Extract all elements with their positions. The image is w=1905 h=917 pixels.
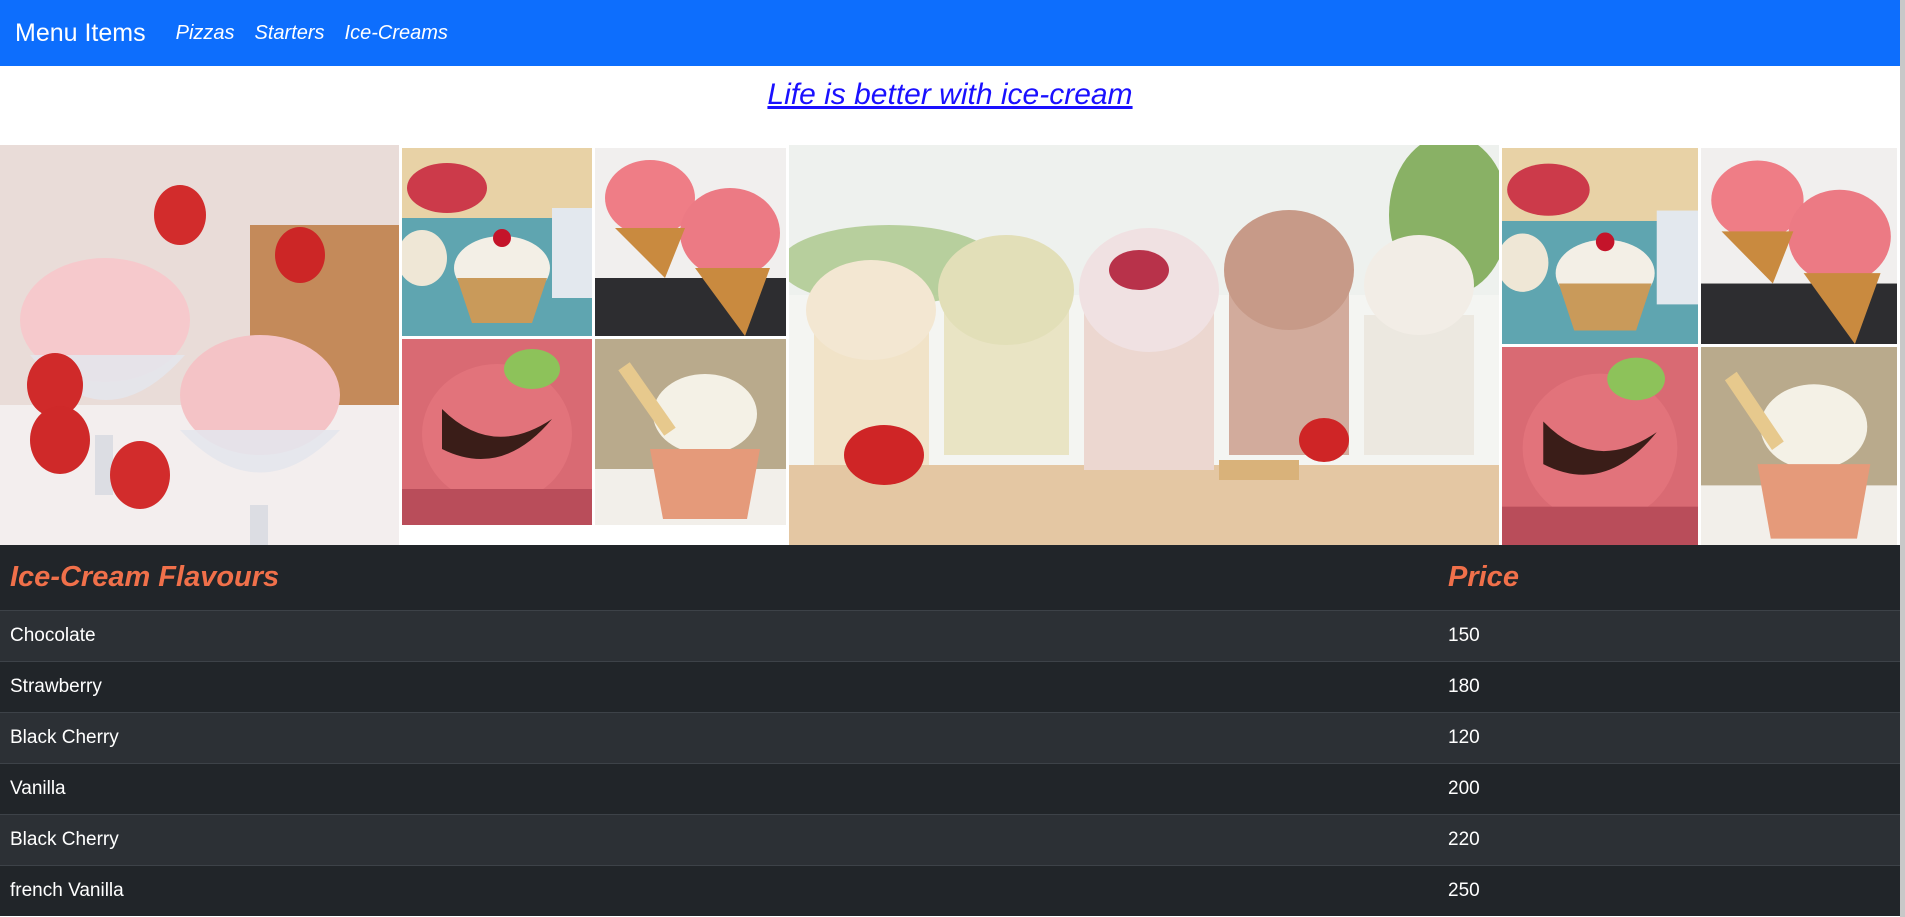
- flavour-cell: Black Cherry: [0, 814, 1438, 866]
- brand-link[interactable]: Menu Items: [15, 19, 146, 48]
- flavour-cell: Black Cherry: [0, 712, 1438, 764]
- tagline-link[interactable]: Life is better with ice-cream: [767, 78, 1132, 146]
- price-cell: 220: [1438, 814, 1900, 866]
- header-flavours: Ice-Cream Flavours: [0, 545, 1438, 611]
- header-price: Price: [1438, 545, 1900, 611]
- flavour-cell: Chocolate: [0, 610, 1438, 662]
- flavour-cell: Strawberry: [0, 661, 1438, 713]
- tagline-container: Life is better with ice-cream: [0, 66, 1900, 146]
- price-cell: 180: [1438, 661, 1900, 713]
- table-row: Chocolate 150: [0, 610, 1900, 662]
- table-header-row: Ice-Cream Flavours Price: [0, 545, 1900, 611]
- nav-link-starters[interactable]: Starters: [255, 22, 325, 45]
- price-cell: 200: [1438, 763, 1900, 815]
- gallery-image-sundae-cups-right: [1502, 148, 1698, 344]
- price-cell: 250: [1438, 865, 1900, 916]
- gallery-image-chocolate-drizzle: [402, 339, 592, 525]
- nav-link-pizzas[interactable]: Pizzas: [176, 22, 235, 45]
- table-row: french Vanilla 250: [0, 865, 1900, 916]
- table-row: Strawberry 180: [0, 661, 1900, 713]
- page-scrollbar[interactable]: [1900, 0, 1905, 917]
- flavour-cell: Vanilla: [0, 763, 1438, 815]
- gallery-image-chocolate-drizzle-right: [1502, 347, 1698, 545]
- gallery-image-sundae-cups: [402, 148, 592, 336]
- navbar: Menu Items Pizzas Starters Ice-Creams: [0, 0, 1900, 66]
- gallery-image-vanilla-cup-right: [1701, 347, 1897, 545]
- table-row: Black Cherry 220: [0, 814, 1900, 866]
- gallery-image-ice-cream-jars: [789, 145, 1499, 545]
- price-cell: 150: [1438, 610, 1900, 662]
- price-cell: 120: [1438, 712, 1900, 764]
- gallery-image-strawberry-bowls: [0, 145, 399, 545]
- flavour-cell: french Vanilla: [0, 865, 1438, 916]
- ice-cream-price-table: Ice-Cream Flavours Price Chocolate 150 S…: [0, 545, 1900, 916]
- table-row: Vanilla 200: [0, 763, 1900, 815]
- image-gallery: [0, 145, 1900, 545]
- gallery-image-vanilla-cup: [595, 339, 786, 525]
- gallery-image-pink-cones: [595, 148, 786, 336]
- nav-link-ice-creams[interactable]: Ice-Creams: [345, 22, 448, 45]
- table-row: Black Cherry 120: [0, 712, 1900, 764]
- gallery-image-pink-cones-right: [1701, 148, 1897, 344]
